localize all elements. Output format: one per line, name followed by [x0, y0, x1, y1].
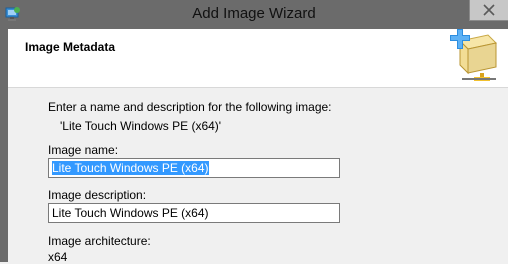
close-button[interactable]: [469, 0, 508, 21]
wizard-header: Image Metadata: [8, 29, 508, 88]
image-name-label: Image name:: [48, 143, 119, 157]
title-bar: Add Image Wizard: [0, 0, 508, 29]
image-description-field[interactable]: Lite Touch Windows PE (x64): [48, 203, 340, 223]
close-icon: [483, 4, 495, 16]
instruction-text: Enter a name and description for the fol…: [48, 100, 332, 114]
page-title: Image Metadata: [25, 40, 116, 54]
image-name-field[interactable]: Lite Touch Windows PE (x64): [48, 158, 340, 178]
image-add-icon: [450, 29, 498, 81]
image-description-value: Lite Touch Windows PE (x64): [52, 206, 209, 220]
source-image-name: 'Lite Touch Windows PE (x64)': [60, 119, 222, 133]
image-architecture-label: Image architecture:: [48, 234, 151, 248]
window-title: Add Image Wizard: [192, 5, 316, 22]
image-name-value: Lite Touch Windows PE (x64): [52, 161, 209, 175]
wizard-content: Enter a name and description for the fol…: [8, 88, 508, 264]
image-description-label: Image description:: [48, 188, 147, 202]
window-border: [0, 29, 8, 262]
